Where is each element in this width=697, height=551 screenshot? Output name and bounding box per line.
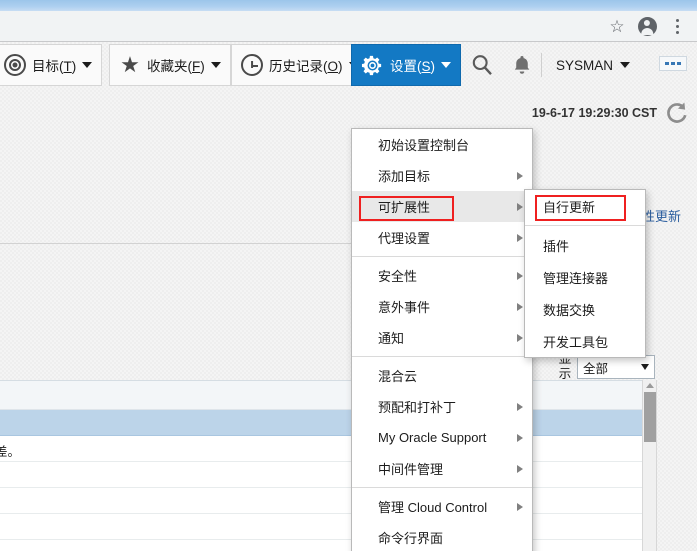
menu-item-my-oracle-support[interactable]: My Oracle Support [352,422,532,453]
submenu-item-management-connectors[interactable]: 管理连接器 [525,261,645,293]
menu-item-manage-cloud-control[interactable]: 管理 Cloud Control [352,491,532,522]
page-timestamp: 19-6-17 19:29:30 CST [531,106,657,120]
show-filter-value: 全部 [583,361,609,376]
submenu-item-plug-ins[interactable]: 插件 [525,229,645,261]
menubar-user-label: SYSMAN [556,57,614,73]
table-vertical-scrollbar[interactable] [642,380,657,551]
menubar-favorites-button[interactable]: ★ 收藏夹(F) [109,44,231,86]
menu-item-provisioning-patching[interactable]: 预配和打补丁 [352,391,532,422]
menu-item-add-target[interactable]: 添加目标 [352,160,532,191]
menubar-targets-button[interactable]: 目标(T) [0,44,103,86]
browser-toolbar [0,11,697,42]
submenu-arrow-icon [517,171,523,180]
chevron-down-icon [210,62,221,68]
submenu-arrow-icon [517,333,523,342]
window-title-strip [0,0,697,11]
menu-divider [525,225,645,226]
submenu-item-self-update[interactable]: 自行更新 [525,190,645,222]
clock-icon [241,54,263,76]
extensibility-submenu[interactable]: 自行更新 插件 管理连接器 数据交换 开发工具包 [524,189,646,358]
menubar-history-label: 历史记录( [269,59,328,74]
menu-divider [352,256,532,257]
menubar-history-button[interactable]: 历史记录(O) [231,44,369,86]
menu-divider [352,356,532,357]
menu-divider [352,487,532,488]
submenu-item-data-exchange[interactable]: 数据交换 [525,293,645,325]
submenu-arrow-icon [517,464,523,473]
submenu-item-development-kit[interactable]: 开发工具包 [525,325,645,357]
menubar-targets-label: 目标( [32,59,64,74]
kebab-menu-icon[interactable] [663,13,691,41]
chevron-down-icon [620,62,631,68]
table-row[interactable]: 差。 [0,436,656,462]
submenu-arrow-icon [517,233,523,242]
setup-dropdown-menu[interactable]: 初始设置控制台 添加目标 可扩展性 代理设置 安全性 意外事件 通知 混合云 预… [351,128,533,551]
chevron-down-icon [82,62,93,68]
submenu-arrow-icon [517,502,523,511]
browser-toolbar-actions: ☆ [603,11,691,42]
chevron-down-icon [641,364,649,370]
menu-item-proxy-settings[interactable]: 代理设置 [352,222,532,253]
more-dots-icon[interactable] [659,56,687,71]
bell-notification-icon[interactable] [504,44,540,86]
menubar-setup-label: 设置( [390,59,422,74]
table-header-row [0,381,656,410]
star-icon: ★ [120,51,140,77]
em-global-menubar: 目标(T) ★ 收藏夹(F) 历史记录(O) 设置(S) SYSMAN [0,42,697,88]
scroll-up-arrow-icon[interactable] [645,383,654,388]
submenu-arrow-icon [517,271,523,280]
scrollbar-thumb[interactable] [644,392,656,442]
submenu-arrow-icon [517,302,523,311]
table-row[interactable] [0,514,656,540]
menubar-setup-button[interactable]: 设置(S) [351,44,462,86]
menubar-favorites-label: 收藏夹( [147,59,192,74]
submenu-arrow-icon [517,402,523,411]
menubar-targets-accel: T [63,59,72,74]
background-results-table: 差。 [0,380,656,551]
menu-item-extensibility[interactable]: 可扩展性 [352,191,532,222]
menu-item-hybrid-cloud[interactable]: 混合云 [352,360,532,391]
table-cell: 差。 [0,445,21,459]
refresh-icon[interactable] [664,100,689,125]
profile-avatar-icon[interactable] [633,13,661,41]
submenu-arrow-icon [517,433,523,442]
menubar-history-accel: O [327,59,339,74]
menubar-favorites-accel: F [192,59,201,74]
chevron-down-icon [441,62,452,68]
menubar-user-menu[interactable]: SYSMAN [556,44,631,86]
show-filter-select[interactable]: 全部 [577,355,655,379]
table-row[interactable] [0,410,656,436]
menubar-divider [541,53,542,77]
menu-item-security[interactable]: 安全性 [352,260,532,291]
em-console-body: 19-6-17 19:29:30 CST 息性更新 显示 全部 差。 目标(T)… [0,42,697,551]
menu-item-middleware-management[interactable]: 中间件管理 [352,453,532,484]
search-icon[interactable] [464,44,500,86]
menu-item-command-line-interface[interactable]: 命令行界面 [352,522,532,551]
bookmark-star-icon[interactable]: ☆ [603,13,631,41]
table-row[interactable] [0,462,656,488]
menubar-setup-accel: S [421,59,431,74]
menu-item-notifications[interactable]: 通知 [352,322,532,353]
target-icon [4,54,26,76]
screenshot-root: ☆ 19-6-17 19:29:30 CST 息性更新 显示 全部 差。 目标(… [0,0,697,551]
table-row[interactable] [0,488,656,514]
menu-item-incidents[interactable]: 意外事件 [352,291,532,322]
menu-item-setup-console[interactable]: 初始设置控制台 [352,129,532,160]
submenu-arrow-icon [517,202,523,211]
table-row[interactable] [0,540,656,551]
gear-icon [361,54,384,77]
